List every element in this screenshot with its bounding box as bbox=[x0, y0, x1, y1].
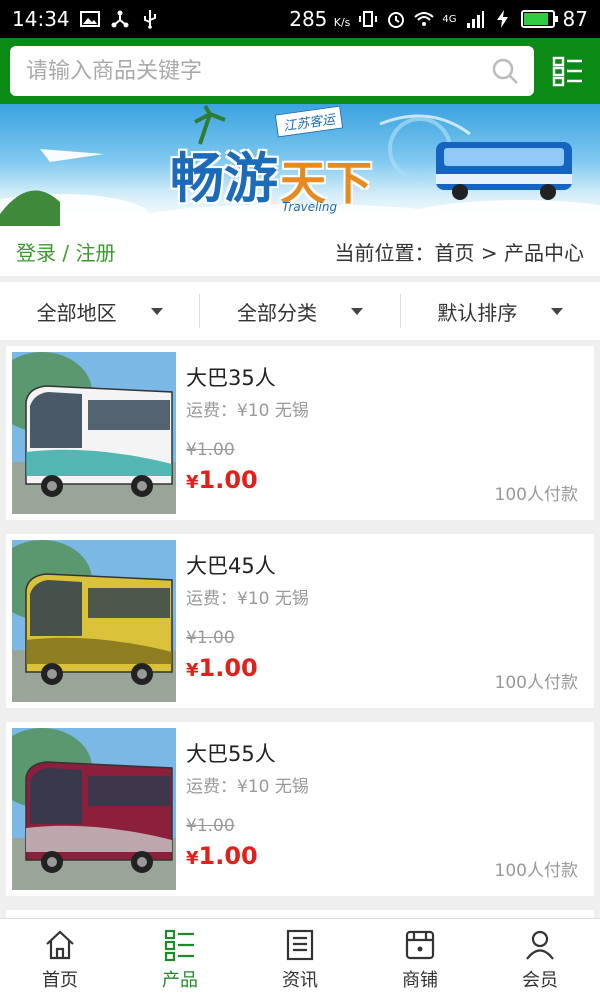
filter-category[interactable]: 全部分类 bbox=[199, 294, 399, 328]
product-shipping: 运费：¥10 无锡 bbox=[186, 401, 309, 421]
battery-icon bbox=[520, 10, 558, 28]
product-name[interactable]: 大巴45人 bbox=[186, 550, 276, 580]
tab-home[interactable]: 首页 bbox=[0, 919, 120, 1000]
product-price: ¥1.00 bbox=[186, 654, 258, 682]
product-original-price: ¥1.00 bbox=[186, 440, 235, 460]
product-original-price: ¥1.00 bbox=[186, 816, 235, 836]
tab-label: 资讯 bbox=[282, 969, 318, 991]
product-shipping: 运费：¥10 无锡 bbox=[186, 777, 309, 797]
charging-icon bbox=[496, 10, 508, 28]
product-name[interactable]: 大巴55人 bbox=[186, 738, 276, 768]
category-menu-icon[interactable] bbox=[552, 55, 584, 87]
tab-label: 商铺 bbox=[402, 969, 438, 991]
list-icon bbox=[164, 929, 194, 961]
product-card[interactable]: 大巴35人 运费：¥10 无锡 ¥1.00 ¥1.00 100人付款 bbox=[6, 346, 594, 520]
banner-title: 畅游 天下 bbox=[170, 147, 372, 210]
product-image[interactable] bbox=[12, 728, 176, 890]
filter-region[interactable]: 全部地区 bbox=[0, 294, 199, 328]
tab-label: 会员 bbox=[522, 969, 558, 991]
caret-down-icon bbox=[350, 307, 363, 315]
login-register-link[interactable]: 登录 / 注册 bbox=[16, 237, 115, 266]
filter-label: 默认排序 bbox=[437, 300, 518, 325]
product-card[interactable]: 大巴55人 运费：¥10 无锡 ¥1.00 ¥1.00 100人付款 bbox=[6, 722, 594, 896]
user-icon bbox=[526, 930, 554, 960]
filter-bar: 全部地区 全部分类 默认排序 bbox=[0, 282, 600, 340]
search-input[interactable] bbox=[26, 58, 490, 84]
search-box[interactable] bbox=[10, 46, 534, 96]
product-sales-count: 100人付款 bbox=[494, 673, 578, 693]
bottom-tab-bar: 首页 产品 资讯 商铺 会员 bbox=[0, 918, 600, 1000]
battery-percent: 87 bbox=[562, 7, 588, 31]
status-bar: 14:34 285 K/s 4G 87 bbox=[0, 0, 600, 38]
promo-banner[interactable]: 畅游 天下 江苏客运 Traveling bbox=[0, 104, 600, 226]
product-price: ¥1.00 bbox=[186, 842, 258, 870]
caret-down-icon bbox=[150, 307, 163, 315]
tab-label: 首页 bbox=[42, 969, 78, 991]
alarm-icon bbox=[388, 12, 405, 28]
status-time: 14:34 bbox=[12, 7, 70, 31]
header bbox=[0, 38, 600, 104]
product-price: ¥1.00 bbox=[186, 466, 258, 494]
shop-icon bbox=[405, 930, 435, 959]
image-icon bbox=[79, 11, 100, 27]
tab-shop[interactable]: 商铺 bbox=[360, 919, 480, 1000]
network-type: 4G bbox=[442, 13, 457, 25]
news-icon bbox=[286, 929, 314, 960]
search-icon[interactable] bbox=[490, 56, 520, 86]
filter-sort[interactable]: 默认排序 bbox=[399, 294, 600, 328]
product-card[interactable]: 大巴45人 运费：¥10 无锡 ¥1.00 ¥1.00 100人付款 bbox=[6, 534, 594, 708]
usb-icon bbox=[143, 10, 156, 29]
product-image[interactable] bbox=[12, 540, 176, 702]
product-shipping: 运费：¥10 无锡 bbox=[186, 589, 309, 609]
product-image[interactable] bbox=[12, 352, 176, 514]
signal-icon bbox=[466, 11, 484, 28]
tab-label: 产品 bbox=[162, 969, 198, 991]
banner-bus-image bbox=[436, 142, 572, 200]
wifi-icon bbox=[414, 12, 435, 26]
product-list: 大巴35人 运费：¥10 无锡 ¥1.00 ¥1.00 100人付款 大巴45人… bbox=[6, 346, 594, 964]
breadcrumb: 当前位置：首页 > 产品中心 bbox=[334, 240, 584, 265]
network-speed: 285 K/s bbox=[289, 7, 351, 31]
filter-label: 全部分类 bbox=[236, 300, 317, 325]
product-sales-count: 100人付款 bbox=[494, 485, 578, 505]
home-icon bbox=[46, 930, 74, 959]
tab-news[interactable]: 资讯 bbox=[240, 919, 360, 1000]
product-original-price: ¥1.00 bbox=[186, 628, 235, 648]
vibrate-icon bbox=[359, 11, 378, 27]
product-name[interactable]: 大巴35人 bbox=[186, 362, 276, 392]
share-icon bbox=[111, 10, 129, 28]
tab-member[interactable]: 会员 bbox=[480, 919, 600, 1000]
product-sales-count: 100人付款 bbox=[494, 861, 578, 881]
tab-products[interactable]: 产品 bbox=[120, 919, 240, 1000]
breadcrumb-bar: 登录 / 注册 当前位置：首页 > 产品中心 bbox=[0, 226, 600, 276]
filter-label: 全部地区 bbox=[36, 300, 117, 325]
caret-down-icon bbox=[551, 307, 564, 315]
banner-subtitle: Traveling bbox=[282, 200, 338, 214]
